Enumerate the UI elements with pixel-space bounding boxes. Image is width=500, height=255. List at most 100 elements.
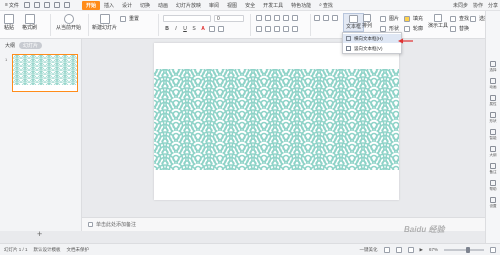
columns-icon[interactable] — [314, 15, 320, 21]
vertical-align-icon[interactable] — [323, 15, 329, 21]
export-pdf-icon[interactable] — [33, 2, 40, 8]
tab-slides[interactable]: 幻灯片 — [19, 42, 43, 49]
text-effect-icon[interactable] — [332, 15, 338, 21]
tab-design[interactable]: 设计 — [118, 1, 136, 10]
pane-help[interactable]: 帮助 — [490, 180, 497, 192]
increase-indent-icon[interactable] — [283, 15, 289, 21]
search-icon: ⌕ — [319, 2, 322, 8]
fit-window-icon[interactable] — [490, 246, 496, 253]
font-name-select[interactable] — [163, 15, 211, 22]
play-from-current-button[interactable]: 从当前开始 — [56, 14, 81, 31]
shapes-pane-icon — [490, 112, 496, 118]
subscript-icon[interactable] — [218, 26, 224, 32]
settings-pane-icon — [490, 197, 496, 203]
status-bar: 幻灯片 1 / 1 默认设计模板 文档未保护 一键美化 ▶ 67% — [0, 243, 500, 255]
align-center-icon[interactable] — [265, 26, 271, 32]
tab-special[interactable]: 特色功能 — [287, 1, 315, 10]
tab-outline[interactable]: 大纲 — [5, 42, 15, 49]
pane-shapes[interactable]: 形状 — [490, 112, 497, 124]
outline-pane-icon — [490, 146, 496, 152]
reading-view-icon[interactable] — [407, 246, 414, 253]
select-pane-icon — [490, 61, 496, 67]
bullet-list-icon[interactable] — [256, 15, 262, 21]
redo-icon[interactable] — [63, 2, 70, 8]
pane-smart[interactable]: 智能 — [490, 129, 497, 141]
sync-status[interactable]: 未同步 — [453, 2, 468, 9]
zoom-slider[interactable] — [444, 246, 484, 253]
tab-slideshow[interactable]: 幻灯片放映 — [172, 1, 205, 10]
zoom-level[interactable]: 67% — [429, 247, 438, 252]
tab-view[interactable]: 视图 — [223, 1, 241, 10]
beautify-button[interactable]: 一键美化 — [360, 247, 378, 253]
line-spacing-icon[interactable] — [292, 15, 298, 21]
theme-name[interactable]: 默认设计模板 — [34, 247, 61, 253]
vertical-textbox-item[interactable]: 竖向文本框(V) — [343, 44, 401, 53]
slide-canvas[interactable] — [154, 43, 399, 200]
decrease-indent-icon[interactable] — [274, 15, 280, 21]
fill-button[interactable]: 填充 — [404, 15, 423, 22]
numbered-list-icon[interactable] — [265, 15, 271, 21]
font-size-select[interactable]: 0 — [214, 15, 244, 22]
add-slide-button[interactable]: + — [37, 230, 42, 239]
notes-placeholder: 单击此处添加备注 — [96, 222, 137, 228]
pane-properties[interactable]: 属性 — [490, 95, 497, 107]
new-slide-button[interactable]: 新建幻灯片 — [92, 14, 117, 31]
font-size-value: 0 — [217, 16, 220, 22]
underline-icon[interactable]: U — [182, 26, 188, 32]
slide-sorter-icon[interactable] — [395, 246, 402, 253]
paste-label: 粘贴 — [4, 25, 15, 31]
demo-tools-button[interactable]: 演示工具 — [428, 14, 448, 29]
share-button[interactable]: 分享 — [488, 2, 498, 9]
paste-button[interactable]: 粘贴 — [4, 14, 14, 31]
font-format-row: B I U S A — [164, 26, 224, 32]
pane-animation[interactable]: 动画 — [490, 78, 497, 90]
collaborate-button[interactable]: 协作 — [473, 2, 483, 9]
textbox-button[interactable]: 文本框 — [343, 13, 365, 32]
play-slideshow-icon[interactable]: ▶ — [420, 247, 423, 253]
print-icon[interactable] — [43, 2, 50, 8]
tab-insert[interactable]: 插入 — [100, 1, 118, 10]
pane-outline[interactable]: 大纲 — [490, 146, 497, 158]
zoom-slider-handle[interactable] — [466, 246, 470, 253]
picture-button[interactable]: 图片 — [380, 15, 399, 22]
superscript-icon[interactable] — [209, 26, 215, 32]
bold-icon[interactable]: B — [164, 26, 170, 32]
align-right-icon[interactable] — [274, 26, 280, 32]
text-direction-icon[interactable] — [292, 26, 298, 32]
doc-protect-status[interactable]: 文档未保护 — [67, 247, 90, 253]
menu-bar: ≡ 文件 开始 插入 设计 切换 动画 幻灯片放映 审阅 视图 安全 开发工具 … — [0, 0, 500, 11]
new-slide-icon — [99, 14, 110, 24]
pane-notes[interactable]: 备注 — [490, 163, 497, 175]
horizontal-textbox-item[interactable]: 横向文本框(H) — [343, 34, 401, 43]
save-icon[interactable] — [23, 2, 30, 8]
search-box[interactable]: ⌕ 查找 — [319, 2, 333, 9]
tab-animation[interactable]: 动画 — [154, 1, 172, 10]
pane-select[interactable]: 选择 — [490, 61, 497, 73]
outline-icon — [404, 25, 410, 32]
normal-view-icon[interactable] — [383, 246, 390, 253]
pane-settings[interactable]: 设置 — [490, 197, 497, 209]
justify-icon[interactable] — [283, 26, 289, 32]
strikethrough-icon[interactable]: S — [191, 26, 197, 32]
find-button[interactable]: 查找 — [450, 15, 469, 22]
tab-transitions[interactable]: 切换 — [136, 1, 154, 10]
file-menu-button[interactable]: ≡ 文件 — [2, 1, 22, 10]
arrange-icon — [363, 14, 371, 22]
pane-label: 形状 — [489, 119, 497, 123]
italic-icon[interactable]: I — [173, 26, 179, 32]
outline-button[interactable]: 轮廓 — [404, 25, 423, 32]
shape-button[interactable]: 形状 — [380, 25, 399, 32]
textbox-label: 文本框 — [346, 24, 362, 30]
reset-button[interactable]: 重置 — [120, 15, 139, 22]
align-left-icon[interactable] — [256, 26, 262, 32]
tab-security[interactable]: 安全 — [241, 1, 259, 10]
tab-home[interactable]: 开始 — [81, 0, 100, 10]
format-painter-button[interactable]: 格式刷 — [22, 14, 37, 31]
font-color-icon[interactable]: A — [200, 26, 206, 32]
tab-developer[interactable]: 开发工具 — [259, 1, 287, 10]
tab-review[interactable]: 审阅 — [205, 1, 223, 10]
slide-thumbnail[interactable] — [12, 54, 78, 92]
replace-button[interactable]: 替换 — [450, 25, 469, 32]
undo-icon[interactable] — [53, 2, 60, 8]
arrange-button[interactable]: 排列 — [362, 14, 372, 29]
